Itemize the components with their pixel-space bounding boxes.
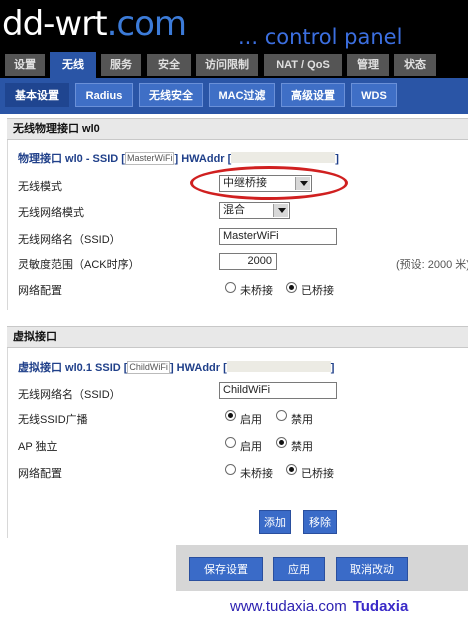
ack-timing-label: 灵敏度范围（ACK时序） xyxy=(18,259,140,271)
legend-ssid: MasterWiFi xyxy=(124,152,175,165)
tab-status[interactable]: 状态 xyxy=(394,54,436,76)
virtual-unbridged-label: 未桥接 xyxy=(240,468,273,480)
ap-isolation-disable-label: 禁用 xyxy=(291,441,313,453)
bridged-label: 已桥接 xyxy=(301,285,334,297)
tab-wireless[interactable]: 无线 xyxy=(50,52,96,78)
save-settings-button[interactable]: 保存设置 xyxy=(189,557,263,581)
broadcast-disable-label: 禁用 xyxy=(291,414,313,426)
ddwrt-logo: dd-wrt.com xyxy=(2,4,187,44)
watermark-brand: Tudaxia xyxy=(352,598,409,615)
virtual-interface-section-title: 虚拟接口 xyxy=(7,326,468,348)
network-mode-value: 混合 xyxy=(223,204,245,216)
broadcast-disable-radio[interactable] xyxy=(276,410,287,421)
chevron-down-icon xyxy=(273,204,288,217)
tab-security[interactable]: 安全 xyxy=(147,54,191,76)
subtab-advanced-settings[interactable]: 高级设置 xyxy=(281,83,345,107)
virtual-interface-legend: 虚拟接口 wl0.1 SSID [ChildWiFi] HWAddr [] xyxy=(18,359,334,375)
unbridged-label: 未桥接 xyxy=(240,285,273,297)
control-panel-title: ... control panel xyxy=(238,25,403,49)
subtab-wds[interactable]: WDS xyxy=(351,83,397,107)
ssid-broadcast-label: 无线SSID广播 xyxy=(18,414,88,426)
header: dd-wrt.com ... control panel xyxy=(0,0,468,52)
ssid-label: 无线网络名（SSID） xyxy=(18,234,121,246)
hwaddr-box xyxy=(231,152,336,163)
ap-isolation-enable-label: 启用 xyxy=(240,441,262,453)
watermark: www.tudaxia.com Tudaxia xyxy=(230,598,408,615)
unbridged-radio[interactable] xyxy=(225,282,236,293)
wireless-mode-label: 无线模式 xyxy=(18,181,62,193)
subtab-basic-settings[interactable]: 基本设置 xyxy=(5,83,69,107)
legend-end: ] xyxy=(335,153,339,165)
watermark-url: www.tudaxia.com xyxy=(230,598,347,615)
logo-suffix: .com xyxy=(106,4,187,44)
tab-services[interactable]: 服务 xyxy=(101,54,141,76)
logo-text: dd-wrt xyxy=(2,4,108,44)
legend-suffix: ] HWAddr [ xyxy=(169,362,227,374)
tab-nat-qos[interactable]: NAT / QoS xyxy=(264,54,342,76)
sub-tabbar: 基本设置 Radius 无线安全 MAC过滤 高级设置 WDS xyxy=(0,78,468,114)
network-config-label: 网络配置 xyxy=(18,285,62,297)
physical-interface-section-title: 无线物理接口 wl0 xyxy=(7,118,468,140)
virtual-unbridged-radio[interactable] xyxy=(225,464,236,475)
main-tabbar: 设置 无线 服务 安全 访问限制 NAT / QoS 管理 状态 xyxy=(0,52,468,78)
bridged-radio[interactable] xyxy=(286,282,297,293)
remove-button[interactable]: 移除 xyxy=(303,510,337,534)
ap-isolation-disable-radio[interactable] xyxy=(276,437,287,448)
broadcast-enable-radio[interactable] xyxy=(225,410,236,421)
subtab-radius[interactable]: Radius xyxy=(75,83,133,107)
apply-button[interactable]: 应用 xyxy=(273,557,325,581)
physical-interface-legend: 物理接口 wl0 - SSID [MasterWiFi] HWAddr [] xyxy=(18,150,339,166)
virtual-network-config-label: 网络配置 xyxy=(18,468,62,480)
cancel-changes-button[interactable]: 取消改动 xyxy=(336,557,408,581)
ap-isolation-label: AP 独立 xyxy=(18,441,58,453)
broadcast-enable-label: 启用 xyxy=(240,414,262,426)
ack-timing-hint: (预设: 2000 米) xyxy=(396,259,468,271)
virtual-ssid-input[interactable]: ChildWiFi xyxy=(219,382,337,399)
subtab-mac-filter[interactable]: MAC过滤 xyxy=(209,83,275,107)
ssid-input[interactable]: MasterWiFi xyxy=(219,228,337,245)
legend-prefix: 虚拟接口 wl0.1 SSID [ xyxy=(18,362,128,374)
tab-access-restrictions[interactable]: 访问限制 xyxy=(196,54,258,76)
virtual-ssid-label: 无线网络名（SSID） xyxy=(18,389,121,401)
tab-administration[interactable]: 管理 xyxy=(347,54,389,76)
subtab-wireless-security[interactable]: 无线安全 xyxy=(139,83,203,107)
legend-ssid: ChildWiFi xyxy=(127,361,170,374)
virtual-interface-panel xyxy=(7,348,468,538)
network-mode-label: 无线网络模式 xyxy=(18,207,84,219)
highlight-ellipse xyxy=(190,166,348,200)
legend-suffix: ] HWAddr [ xyxy=(174,153,232,165)
ack-timing-input[interactable]: 2000 xyxy=(219,253,277,270)
tab-setup[interactable]: 设置 xyxy=(5,54,45,76)
virtual-bridged-label: 已桥接 xyxy=(301,468,334,480)
ap-isolation-enable-radio[interactable] xyxy=(225,437,236,448)
legend-prefix: 物理接口 wl0 - SSID [ xyxy=(18,153,125,165)
legend-end: ] xyxy=(330,362,335,374)
virtual-bridged-radio[interactable] xyxy=(286,464,297,475)
hwaddr-box xyxy=(226,361,331,372)
network-mode-select[interactable]: 混合 xyxy=(219,202,290,219)
add-button[interactable]: 添加 xyxy=(259,510,291,534)
